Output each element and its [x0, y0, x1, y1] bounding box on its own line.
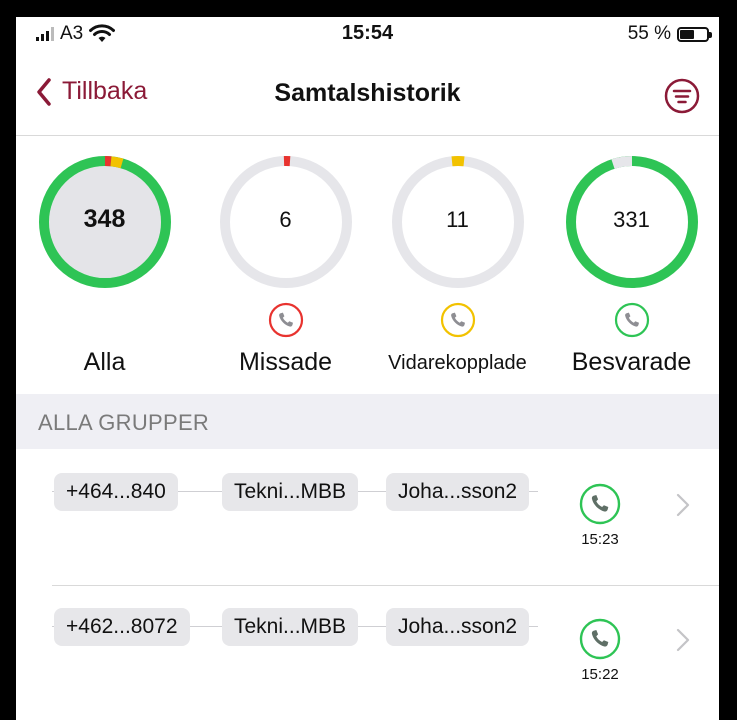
- answered-call-icon: [579, 483, 621, 525]
- answered-phone-icon: [614, 302, 649, 338]
- call-stats: 348 Alla 6 Missade 11 Vidarekopplade 331…: [16, 135, 719, 392]
- stat-all[interactable]: 348 Alla: [17, 135, 192, 392]
- stat-answered[interactable]: 331 Besvarade: [544, 135, 719, 392]
- battery-icon: [677, 26, 712, 42]
- forwarded-label: Vidarekopplade: [388, 352, 527, 374]
- call-time: 15:23: [581, 531, 619, 548]
- stat-missed[interactable]: 6 Missade: [198, 135, 373, 392]
- back-label: Tillbaka: [62, 77, 148, 105]
- section-title: ALLA GRUPPER: [38, 410, 210, 435]
- group-chip: Tekni...MBB: [222, 608, 359, 646]
- caller-chip: +462...8072: [54, 608, 190, 646]
- battery-percentage: 55 %: [627, 23, 671, 44]
- status-bar: A3 15:54 55 %: [16, 17, 719, 55]
- status-time: 15:54: [341, 22, 394, 44]
- call-time: 15:22: [581, 666, 619, 683]
- all-label: Alla: [83, 348, 126, 376]
- stat-forwarded[interactable]: 11 Vidarekopplade: [370, 135, 545, 392]
- call-row[interactable]: +462...8072 Tekni...MBB Joha...sson2 15:…: [16, 585, 719, 695]
- missed-label: Missade: [238, 348, 333, 376]
- answered-label: Besvarade: [571, 348, 692, 376]
- filter-icon[interactable]: [663, 77, 701, 115]
- answered-call-icon: [579, 618, 621, 660]
- status-right: 55 %: [627, 23, 712, 45]
- chevron-right-icon: [676, 493, 690, 517]
- agent-chip: Joha...sson2: [386, 608, 530, 646]
- call-row[interactable]: +464...840 Tekni...MBB Joha...sson2 15:2…: [16, 450, 719, 560]
- back-button[interactable]: Tillbaka: [36, 77, 147, 106]
- forwarded-phone-icon: [440, 302, 475, 338]
- section-header: ALLA GRUPPER: [16, 394, 719, 449]
- answered-count: 331: [613, 207, 650, 232]
- chevron-right-icon: [676, 628, 690, 652]
- missed-count: 6: [279, 207, 292, 232]
- navigation-bar: Tillbaka Samtalshistorik: [16, 57, 719, 136]
- forwarded-count: 11: [446, 207, 469, 232]
- agent-chip: Joha...sson2: [386, 473, 530, 511]
- group-chip: Tekni...MBB: [222, 473, 359, 511]
- phone-screen: A3 15:54 55 % Tillbaka Samtalshistorik 3…: [16, 17, 719, 720]
- chevron-left-icon: [37, 77, 51, 106]
- caller-chip: +464...840: [54, 473, 178, 511]
- all-count: 348: [83, 205, 126, 233]
- missed-phone-icon: [268, 302, 303, 338]
